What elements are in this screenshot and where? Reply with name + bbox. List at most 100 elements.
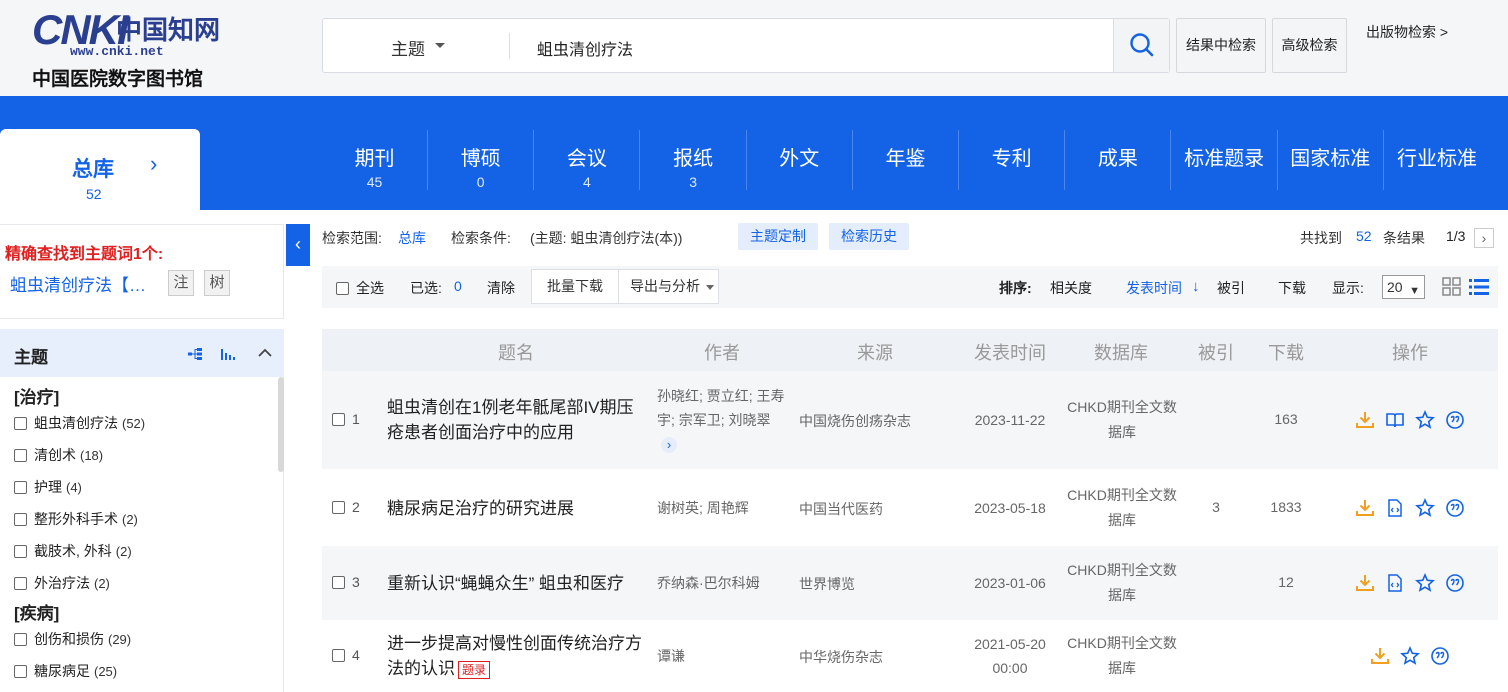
result-authors[interactable]: 谢树英; 周艳辉	[657, 496, 785, 520]
chevron-up-icon[interactable]	[258, 348, 272, 358]
cite-quote-icon[interactable]	[1445, 410, 1465, 430]
caret-down-icon[interactable]	[435, 43, 445, 48]
download-icon[interactable]	[1355, 573, 1375, 593]
table-row[interactable]: 4 进一步提高对慢性创面传统治疗方法的认识 题录 谭谦 中华烧伤杂志 2021-05-20…	[322, 620, 1498, 692]
topic-custom-button[interactable]: 主题定制	[738, 223, 818, 250]
table-row[interactable]: 1 蛆虫清创在1例老年骶尾部IV期压疮患者创面治疗中的应用 孙晓红; 贾立红; 王寿…	[322, 371, 1498, 469]
note-button[interactable]: 注	[168, 270, 194, 296]
facet-item[interactable]: 截肢术, 外科 (2)	[14, 541, 132, 561]
cite-quote-icon[interactable]	[1445, 573, 1465, 593]
grid-view-icon[interactable]	[1442, 277, 1462, 297]
search-within-button[interactable]: 结果中检索	[1176, 18, 1266, 73]
facet-item[interactable]: 整形外科手术 (2)	[14, 509, 138, 529]
exact-match-term[interactable]: 蛆虫清创疗法【蛆虫清创疗法】	[10, 271, 158, 296]
next-page-button[interactable]: ›	[1474, 228, 1494, 248]
download-icon[interactable]	[1355, 410, 1375, 430]
sort-desc-arrow-icon[interactable]: ↓	[1192, 278, 1200, 295]
scope-value[interactable]: 总库	[398, 228, 426, 248]
html-read-icon[interactable]	[1385, 498, 1405, 518]
row-select[interactable]: 3	[332, 574, 360, 590]
bar-chart-icon[interactable]	[220, 347, 236, 361]
favorite-star-icon[interactable]	[1415, 573, 1435, 593]
download-icon[interactable]	[1370, 646, 1390, 666]
tab-2[interactable]: 会议 4	[534, 130, 641, 190]
collapse-left-button[interactable]: ‹	[286, 224, 310, 266]
list-view-icon[interactable]	[1468, 277, 1490, 297]
tab-4[interactable]: 外文	[747, 130, 853, 190]
cite-quote-icon[interactable]	[1430, 646, 1450, 666]
checkbox[interactable]	[332, 500, 345, 514]
facet-item[interactable]: 护理 (4)	[14, 477, 82, 497]
checkbox[interactable]	[336, 281, 349, 295]
tab-8[interactable]: 标准题录	[1172, 130, 1278, 190]
read-online-icon[interactable]	[1385, 410, 1405, 430]
facet-item[interactable]: 糖尿病足 (25)	[14, 661, 117, 681]
sort-date[interactable]: 发表时间	[1126, 278, 1182, 298]
checkbox[interactable]	[14, 576, 27, 590]
favorite-star-icon[interactable]	[1415, 498, 1435, 518]
tab-5[interactable]: 年鉴	[853, 130, 959, 190]
expand-authors-icon[interactable]: ›	[661, 437, 677, 453]
checkbox[interactable]	[14, 416, 27, 430]
row-select[interactable]: 2	[332, 499, 360, 515]
table-row[interactable]: 3 重新认识“蝇蝇众生” 蛆虫和医疗 乔纳森·巴尔科姆 世界博览 2023-01-06 C…	[322, 546, 1498, 620]
clear-button[interactable]: 清除	[487, 278, 515, 298]
checkbox[interactable]	[14, 544, 27, 558]
result-cited[interactable]: 3	[1192, 499, 1240, 515]
search-input[interactable]: 蛆虫清创疗法	[537, 36, 633, 60]
row-select[interactable]: 1	[332, 411, 360, 427]
checkbox[interactable]	[332, 575, 345, 589]
tab-1[interactable]: 博硕 0	[428, 130, 535, 190]
facet-item[interactable]: 清创术 (18)	[14, 445, 103, 465]
checkbox[interactable]	[14, 480, 27, 494]
result-title[interactable]: 糖尿病足治疗的研究进展	[387, 496, 645, 521]
result-source[interactable]: 世界博览	[799, 574, 855, 594]
result-source[interactable]: 中国烧伤创疡杂志	[799, 411, 911, 431]
sort-download[interactable]: 下载	[1278, 278, 1306, 298]
favorite-star-icon[interactable]	[1415, 410, 1435, 430]
tab-3[interactable]: 报纸 3	[641, 130, 747, 190]
result-title[interactable]: 重新认识“蝇蝇众生” 蛆虫和医疗	[387, 571, 645, 596]
advanced-search-button[interactable]: 高级检索	[1272, 18, 1347, 73]
row-select[interactable]: 4	[332, 647, 360, 663]
tab-0[interactable]: 期刊 45	[322, 130, 428, 190]
cite-quote-icon[interactable]	[1445, 498, 1465, 518]
facet-scrollbar[interactable]	[278, 377, 284, 472]
sort-cited[interactable]: 被引	[1217, 278, 1245, 298]
tab-9[interactable]: 国家标准	[1278, 130, 1384, 190]
favorite-star-icon[interactable]	[1400, 646, 1420, 666]
html-read-icon[interactable]	[1385, 573, 1405, 593]
cnki-logo[interactable]: CNKI 中国知网 www.cnki.net 中国医院数字图书馆	[30, 4, 220, 90]
download-icon[interactable]	[1355, 498, 1375, 518]
tab-all[interactable]: 总库 › 52	[0, 129, 200, 210]
table-row[interactable]: 2 糖尿病足治疗的研究进展 谢树英; 周艳辉 中国当代医药 2023-05-18 CHKD…	[322, 471, 1498, 545]
tab-6[interactable]: 专利	[959, 130, 1066, 190]
result-authors[interactable]: 谭谦	[657, 644, 785, 668]
result-source[interactable]: 中华烧伤杂志	[799, 647, 883, 667]
checkbox[interactable]	[14, 632, 27, 646]
checkbox[interactable]	[332, 648, 345, 662]
export-analysis-button[interactable]: 导出与分析	[618, 269, 719, 304]
page-size-select[interactable]: 20 ▼	[1382, 275, 1425, 299]
facet-item[interactable]: 外治疗法 (2)	[14, 573, 110, 593]
result-source[interactable]: 中国当代医药	[799, 499, 883, 519]
checkbox[interactable]	[14, 512, 27, 526]
search-field-select[interactable]: 主题	[391, 35, 425, 60]
batch-download-button[interactable]: 批量下载	[531, 269, 619, 304]
search-history-button[interactable]: 检索历史	[829, 223, 909, 250]
search-button[interactable]	[1113, 19, 1169, 72]
checkbox[interactable]	[14, 448, 27, 462]
result-authors[interactable]: 孙晓红; 贾立红; 王寿宇; 宗军卫; 刘晓翠 ›	[657, 384, 785, 456]
select-all-checkbox[interactable]: 全选	[336, 278, 384, 298]
facet-item[interactable]: 蛆虫清创疗法 (52)	[14, 413, 145, 433]
tab-7[interactable]: 成果	[1065, 130, 1172, 190]
checkbox[interactable]	[332, 412, 345, 426]
hierarchy-icon[interactable]	[186, 347, 204, 361]
sort-relevance[interactable]: 相关度	[1050, 278, 1092, 298]
publication-search-link[interactable]: 出版物检索 >	[1366, 22, 1448, 42]
result-title[interactable]: 蛆虫清创在1例老年骶尾部IV期压疮患者创面治疗中的应用	[387, 395, 645, 445]
result-title[interactable]: 进一步提高对慢性创面传统治疗方法的认识 题录	[387, 631, 645, 681]
checkbox[interactable]	[14, 664, 27, 678]
tab-10[interactable]: 行业标准	[1384, 130, 1490, 190]
result-authors[interactable]: 乔纳森·巴尔科姆	[657, 571, 785, 595]
